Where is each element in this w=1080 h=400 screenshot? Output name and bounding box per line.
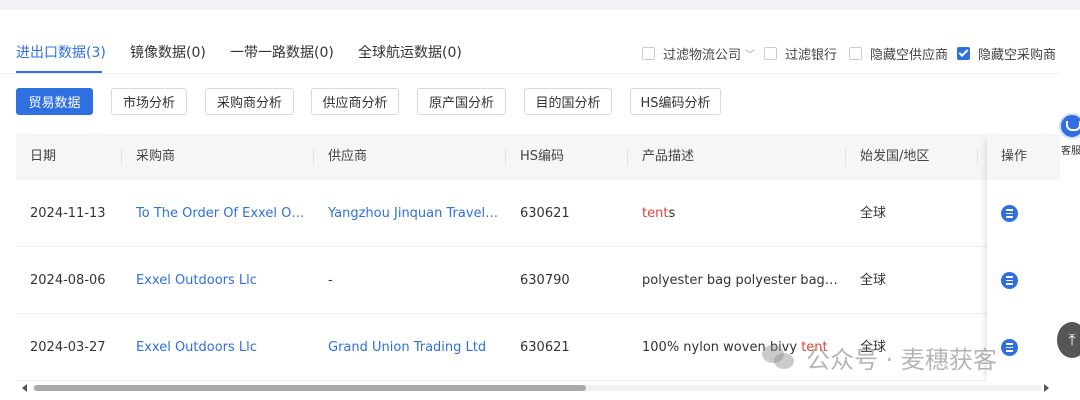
column-divider [313, 148, 314, 166]
cell-origin: 全球 [860, 340, 887, 355]
column-divider [845, 148, 846, 166]
cell-origin: 全球 [860, 206, 887, 221]
cell-product-desc: 100% nylon woven bivy tent [642, 340, 828, 355]
subtab-destination-analysis[interactable]: 目的国分析 [524, 88, 612, 115]
filter-logistics[interactable]: 过滤物流公司 ﹀ [642, 44, 756, 63]
table-row: 2024-11-13 To The Order Of Exxel Outdo..… [16, 180, 1060, 247]
cell-hs-code: 630790 [520, 273, 570, 288]
customer-service-label: 客服 [1061, 146, 1080, 157]
column-divider [977, 148, 978, 166]
tab-import-export[interactable]: 进出口数据(3) [16, 44, 106, 62]
filter-label: 隐藏空采购商 [978, 47, 1057, 63]
cell-buyer-link[interactable]: Exxel Outdoors Llc [136, 314, 308, 381]
header-hs-code: HS编码 [520, 149, 565, 164]
header-date: 日期 [30, 149, 57, 164]
details-menu-icon[interactable] [1001, 205, 1018, 222]
tab-belt-road[interactable]: 一带一路数据(0) [230, 44, 334, 62]
header-operations: 操作 [987, 134, 1060, 180]
header-supplier: 供应商 [328, 149, 368, 164]
header-origin: 始发国/地区 [860, 149, 930, 164]
filter-label: 隐藏空供应商 [870, 47, 949, 63]
subtab-trade-data[interactable]: 贸易数据 [16, 88, 93, 115]
table-row: 2024-03-27 Exxel Outdoors Llc Grand Unio… [16, 314, 1060, 381]
column-divider [505, 148, 506, 166]
headset-icon [1059, 113, 1080, 139]
table-row: 2024-08-06 Exxel Outdoors Llc - 630790 p… [16, 247, 1060, 314]
details-menu-icon[interactable] [1001, 272, 1018, 289]
cell-product-desc: polyester bag polyester bag slee... [642, 273, 838, 288]
scrollbar-thumb[interactable] [34, 385, 586, 391]
keyword-highlight: tent [801, 340, 828, 355]
checkbox[interactable] [764, 46, 777, 60]
cell-date: 2024-11-13 [30, 206, 106, 221]
filter-empty-supplier[interactable]: 隐藏空供应商 [849, 44, 949, 63]
subtab-supplier-analysis[interactable]: 供应商分析 [311, 88, 399, 115]
cell-date: 2024-03-27 [30, 340, 106, 355]
filter-label: 过滤银行 [785, 47, 838, 63]
column-divider [627, 148, 628, 166]
checkbox[interactable] [849, 46, 862, 60]
operations-column: 操作 [987, 134, 1060, 384]
checkbox[interactable] [642, 46, 655, 60]
cell-supplier-link[interactable]: Grand Union Trading Ltd [328, 314, 500, 381]
filter-banks[interactable]: 过滤银行 [764, 44, 838, 63]
cell-buyer-link[interactable]: Exxel Outdoors Llc [136, 247, 308, 314]
subtab-origin-analysis[interactable]: 原产国分析 [417, 88, 506, 115]
subtab-hs-analysis[interactable]: HS编码分析 [630, 88, 721, 115]
cell-hs-code: 630621 [520, 340, 570, 355]
header-product-desc: 产品描述 [642, 149, 695, 164]
details-menu-icon[interactable] [1001, 339, 1018, 356]
cell-origin: 全球 [860, 273, 887, 288]
chevron-down-icon: ﹀ [745, 49, 756, 61]
tab-global-shipping[interactable]: 全球航运数据(0) [358, 44, 462, 62]
back-to-top-button[interactable]: ⤒ [1057, 322, 1080, 358]
cell-hs-code: 630621 [520, 206, 570, 221]
filter-empty-buyer[interactable]: 隐藏空采购商 [957, 44, 1057, 63]
cell-supplier-link[interactable]: Yangzhou Jinquan Travelling ... [328, 180, 500, 247]
header-buyer: 采购商 [136, 149, 176, 164]
arrow-up-icon: ⤒ [1068, 330, 1076, 349]
cell-product-desc: tents [642, 206, 676, 221]
column-divider [121, 148, 122, 166]
checkbox-checked[interactable] [957, 46, 970, 60]
data-source-tabs: 进出口数据(3) 镜像数据(0) 一带一路数据(0) 全球航运数据(0) 过滤物… [0, 10, 1060, 74]
table-header: 日期 采购商 供应商 HS编码 产品描述 始发国/地区 [16, 134, 1060, 180]
cell-supplier: - [328, 273, 333, 288]
scroll-right-arrow-icon[interactable] [1044, 384, 1049, 392]
cell-buyer-link[interactable]: To The Order Of Exxel Outdo... [136, 180, 308, 247]
filter-label: 过滤物流公司 [663, 47, 742, 63]
keyword-highlight: tent [642, 206, 669, 221]
tab-mirror[interactable]: 镜像数据(0) [130, 44, 206, 62]
cell-date: 2024-08-06 [30, 273, 106, 288]
active-tab-underline [16, 71, 102, 73]
subtab-buyer-analysis[interactable]: 采购商分析 [205, 88, 294, 115]
scroll-left-arrow-icon[interactable] [22, 384, 27, 392]
customer-service-button[interactable]: 客服 [1058, 113, 1080, 159]
horizontal-scrollbar[interactable] [16, 382, 1060, 394]
subtab-market-analysis[interactable]: 市场分析 [111, 88, 187, 115]
